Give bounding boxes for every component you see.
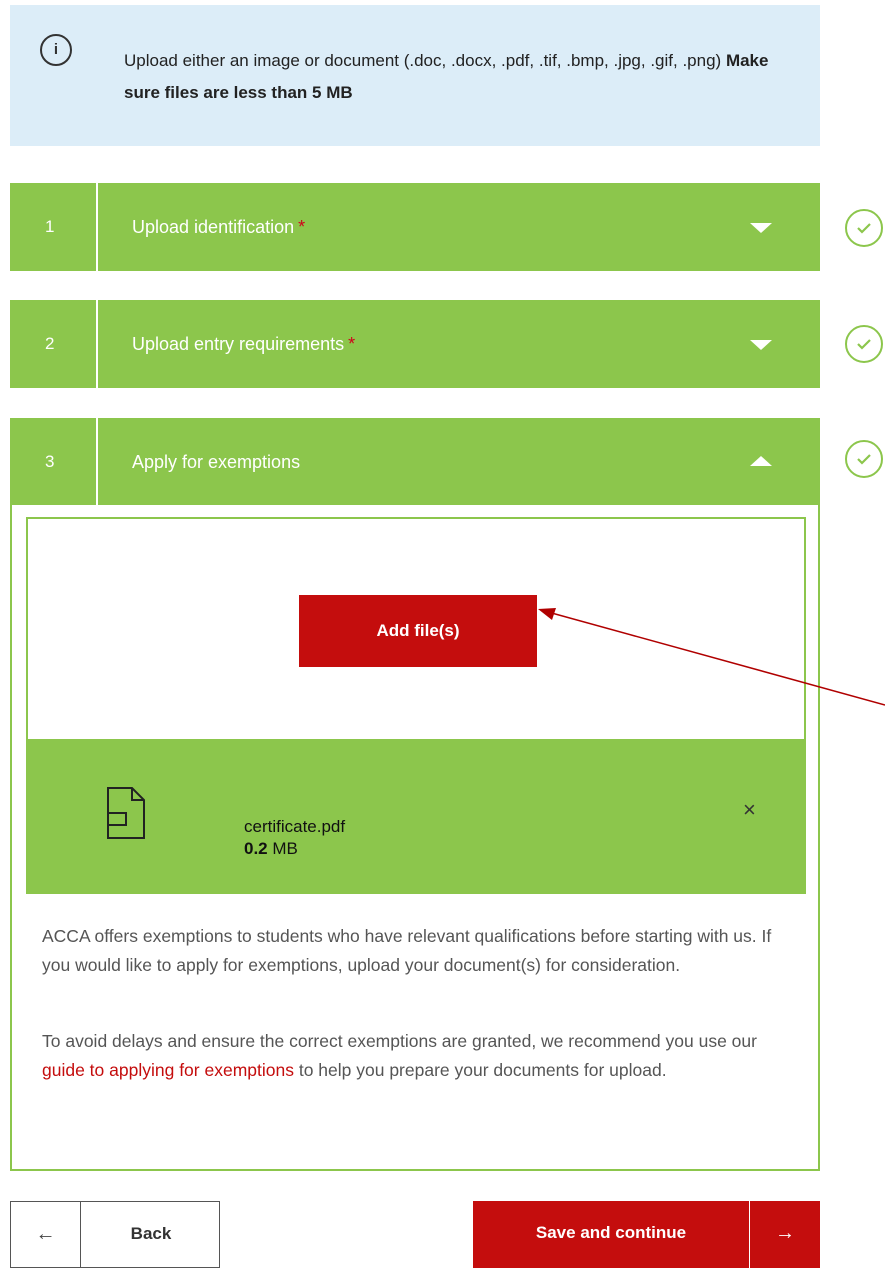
chevron-down-icon[interactable] xyxy=(750,223,772,233)
save-button-label: Save and continue xyxy=(535,1223,687,1242)
step-title: Upload identification * xyxy=(132,183,305,271)
info-text-main: Upload either an image or document (.doc… xyxy=(124,51,722,70)
file-size-value: 0.2 xyxy=(244,839,268,858)
step-number: 2 xyxy=(45,334,55,353)
save-and-continue-button[interactable]: Save and continue → xyxy=(473,1201,820,1268)
step-title-label: Apply for exemptions xyxy=(132,452,301,472)
required-marker: * xyxy=(298,217,306,237)
guide-text-after: to help you prepare your documents for u… xyxy=(293,1060,667,1080)
back-button-label: Back xyxy=(130,1224,172,1243)
step-title-label: Upload identification xyxy=(132,217,295,237)
remove-file-icon[interactable]: × xyxy=(743,799,756,821)
step-title-label: Upload entry requirements xyxy=(132,334,345,354)
exemptions-guide-text: To avoid delays and ensure the correct e… xyxy=(42,1027,802,1085)
step-divider xyxy=(96,300,98,388)
step-number: 1 xyxy=(45,217,55,236)
step-divider xyxy=(96,183,98,271)
file-name: certificate.pdf xyxy=(244,817,346,836)
required-marker: * xyxy=(348,334,356,354)
exemptions-guide-link[interactable]: guide to applying for exemptions xyxy=(42,1060,294,1080)
check-circle-icon xyxy=(845,209,883,247)
step-number: 3 xyxy=(45,452,55,471)
guide-text-before: To avoid delays and ensure the correct e… xyxy=(42,1031,757,1051)
chevron-down-icon[interactable] xyxy=(750,340,772,350)
chevron-up-icon[interactable] xyxy=(750,456,772,466)
check-circle-icon xyxy=(845,325,883,363)
info-banner: i Upload either an image or document (.d… xyxy=(10,5,820,146)
exemptions-description: ACCA offers exemptions to students who h… xyxy=(42,926,772,975)
check-circle-icon xyxy=(845,440,883,478)
file-icon xyxy=(106,786,146,845)
file-size-unit: MB xyxy=(272,839,298,858)
arrow-right-icon: → xyxy=(775,1222,795,1244)
step-title: Apply for exemptions xyxy=(132,418,300,506)
step-1-header[interactable]: 1 Upload identification * xyxy=(10,183,820,271)
arrow-left-icon: ← xyxy=(11,1202,81,1267)
uploaded-file-row: certificate.pdf 0.2 MB × xyxy=(26,739,806,894)
step-title: Upload entry requirements * xyxy=(132,300,355,388)
step-divider xyxy=(96,418,98,506)
info-text: Upload either an image or document (.doc… xyxy=(124,45,784,109)
file-dropzone[interactable]: Add file(s) xyxy=(26,517,806,739)
file-size: 0.2 MB xyxy=(244,839,298,859)
step-2-header[interactable]: 2 Upload entry requirements * xyxy=(10,300,820,388)
add-files-button[interactable]: Add file(s) xyxy=(299,595,537,667)
step-3-panel: Add file(s) certificate.pdf 0.2 MB × ACC… xyxy=(10,505,820,1171)
step-3-header[interactable]: 3 Apply for exemptions xyxy=(10,418,820,506)
back-button[interactable]: ← Back xyxy=(10,1201,220,1268)
info-icon: i xyxy=(40,34,72,66)
